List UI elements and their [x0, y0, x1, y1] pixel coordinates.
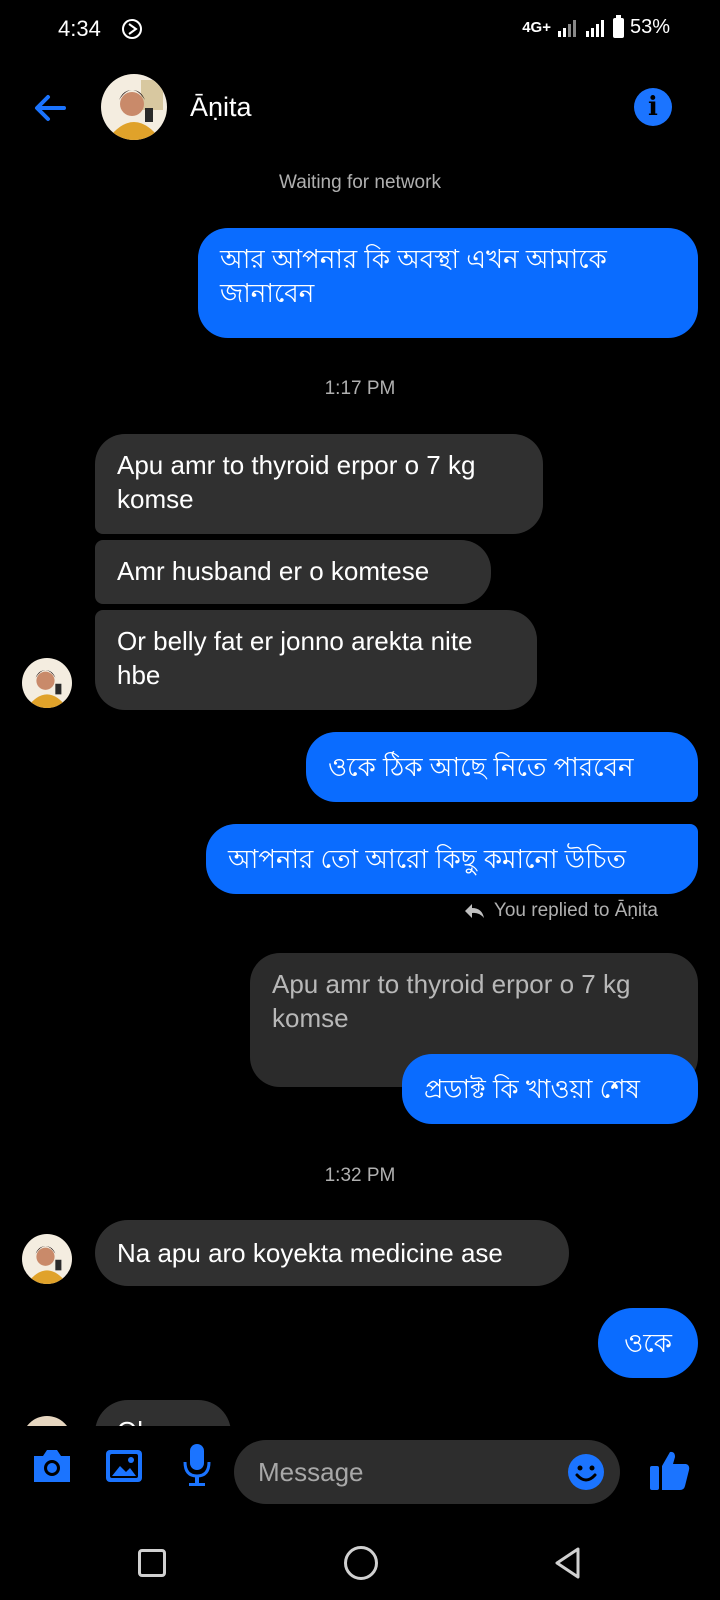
status-time: 4:34: [58, 16, 101, 41]
message-outgoing[interactable]: আর আপনার কি অবস্থা এখন আমাকে জানাবেন: [198, 228, 698, 338]
message-incoming[interactable]: Ok: [95, 1400, 231, 1426]
sender-avatar: [22, 1416, 72, 1426]
camera-icon[interactable]: [30, 1446, 74, 1486]
reply-note-text: You replied to Āṇita: [493, 900, 658, 921]
contact-name[interactable]: Āṇita: [190, 92, 252, 123]
emoji-icon[interactable]: [566, 1452, 606, 1492]
message-input[interactable]: [234, 1440, 620, 1504]
gallery-icon[interactable]: [104, 1446, 144, 1486]
message-incoming[interactable]: Amr husband er o komtese: [95, 540, 491, 604]
battery-level: 53%: [629, 16, 670, 38]
message-incoming[interactable]: Na apu aro koyekta medicine ase: [95, 1220, 569, 1286]
message-outgoing[interactable]: ওকে ঠিক আছে নিতে পারবেন: [306, 732, 698, 802]
microphone-icon[interactable]: [182, 1442, 212, 1488]
media-playing-icon: [122, 19, 142, 39]
thumbs-up-icon[interactable]: [648, 1448, 692, 1492]
message-outgoing[interactable]: প্রডাক্ট কি খাওয়া শেষ: [402, 1054, 698, 1124]
nav-back-icon[interactable]: [552, 1546, 584, 1580]
signal-icon: [557, 19, 576, 37]
battery-icon: [612, 14, 624, 38]
sender-avatar[interactable]: [22, 658, 72, 708]
status-indicators: 4G+ 53%: [522, 14, 670, 39]
message-outgoing[interactable]: আপনার তো আরো কিছু কমানো উচিত: [206, 824, 698, 894]
recent-apps-button[interactable]: [138, 1549, 166, 1577]
signal-icon-2: [585, 19, 604, 37]
message-timestamp: 1:17 PM: [324, 378, 396, 399]
message-incoming[interactable]: Apu amr to thyroid erpor o 7 kg komse: [95, 434, 543, 534]
reply-note: You replied to Āṇita: [464, 900, 658, 922]
back-arrow-icon[interactable]: [30, 88, 70, 128]
message-incoming[interactable]: Or belly fat er jonno arekta nite hbe: [95, 610, 537, 710]
network-type: 4G+: [522, 19, 551, 36]
reply-icon: [464, 904, 484, 918]
home-button[interactable]: [344, 1546, 378, 1580]
network-status: Waiting for network: [279, 172, 441, 193]
contact-avatar[interactable]: [101, 74, 167, 140]
sender-avatar[interactable]: [22, 1234, 72, 1284]
info-icon[interactable]: i: [634, 88, 672, 126]
clipped-message-area: Ok: [0, 1400, 720, 1426]
message-outgoing[interactable]: ওকে: [598, 1308, 698, 1378]
message-timestamp: 1:32 PM: [324, 1165, 396, 1186]
